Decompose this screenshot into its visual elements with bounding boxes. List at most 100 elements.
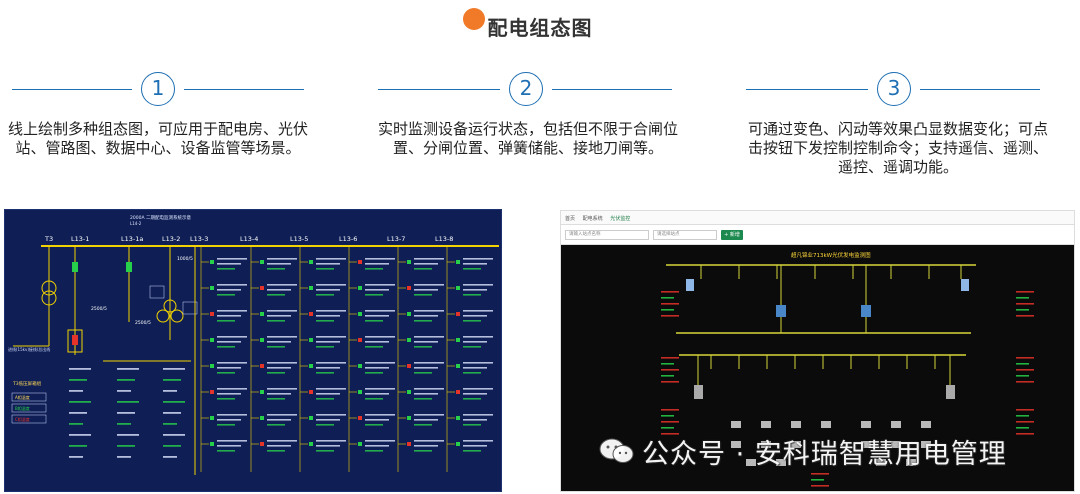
step-1-header: 1 (8, 70, 308, 110)
page-title: 配电组态图 (487, 16, 593, 40)
breaker-status-icon[interactable] (309, 364, 313, 368)
breaker-status-icon[interactable] (358, 260, 362, 264)
reading-text-placeholder (69, 401, 91, 403)
site-select[interactable]: 请选择站点 (653, 230, 717, 240)
breaker-status-icon[interactable] (456, 390, 460, 394)
breaker-status-icon[interactable] (358, 390, 362, 394)
breaker-status-icon[interactable] (407, 442, 411, 446)
breaker-status-icon[interactable] (260, 286, 264, 290)
breaker-status-icon[interactable] (407, 260, 411, 264)
search-input[interactable]: 请输入站点名称 (565, 230, 649, 240)
breaker-status-icon[interactable] (358, 416, 362, 420)
breaker-status-icon[interactable] (456, 286, 460, 290)
breaker-status-icon[interactable] (210, 338, 214, 342)
breaker-status-icon[interactable] (456, 416, 460, 420)
inverter-icon[interactable] (946, 385, 955, 399)
breaker-status-icon[interactable] (407, 312, 411, 316)
breaker-status-icon[interactable] (260, 416, 264, 420)
pv-panel-icon[interactable] (891, 421, 901, 428)
pv-panel-icon[interactable] (821, 421, 831, 428)
breaker-status-icon[interactable] (210, 260, 214, 264)
breaker-status-icon[interactable] (260, 260, 264, 264)
breaker-status-icon[interactable] (210, 312, 214, 316)
breaker-status-icon[interactable] (260, 364, 264, 368)
breaker-status-icon[interactable] (210, 390, 214, 394)
reading-text-placeholder (414, 450, 432, 452)
reading-text-placeholder (267, 414, 297, 416)
reading-text-placeholder (365, 346, 383, 348)
reading-text-placeholder (69, 445, 87, 447)
pv-panel-icon[interactable] (761, 421, 771, 428)
reading-text-placeholder (217, 450, 235, 452)
pv-panel-icon[interactable] (731, 421, 741, 428)
reading-text-placeholder (316, 346, 334, 348)
reading-text-placeholder (267, 445, 291, 447)
inverter-icon[interactable] (694, 385, 703, 399)
breaker-status-icon[interactable] (210, 364, 214, 368)
reading-text-placeholder (414, 310, 444, 312)
breaker-status-icon[interactable] (260, 442, 264, 446)
tab-distribution[interactable]: 配电系统 (583, 215, 603, 222)
breaker-status-icon[interactable] (456, 364, 460, 368)
toolbar: 请输入站点名称 请选择站点 + 新增 (561, 225, 1074, 245)
breaker-status-icon[interactable] (358, 286, 362, 290)
step-1-description: 线上绘制多种组态图，可应用于配电房、光伏站、管路图、数据中心、设备监管等场景。 (8, 120, 309, 157)
reading-text-placeholder (661, 303, 679, 305)
breaker-status-icon[interactable] (358, 312, 362, 316)
step-number-1: 1 (141, 72, 175, 106)
reading-text-placeholder (217, 398, 235, 400)
breaker-closed-icon[interactable] (126, 262, 132, 272)
breaker-status-icon[interactable] (309, 260, 313, 264)
reading-text-placeholder (463, 424, 481, 426)
meter-icon[interactable] (961, 279, 969, 291)
breaker-status-icon[interactable] (309, 312, 313, 316)
breaker-status-icon[interactable] (358, 338, 362, 342)
breaker-status-icon[interactable] (456, 338, 460, 342)
breaker-status-icon[interactable] (456, 260, 460, 264)
breaker-status-icon[interactable] (309, 416, 313, 420)
transformer-icon[interactable] (861, 305, 871, 317)
reading-text-placeholder (661, 369, 679, 371)
breaker-closed-icon[interactable] (72, 262, 78, 272)
breaker-status-icon[interactable] (210, 442, 214, 446)
breaker-status-icon[interactable] (260, 312, 264, 316)
breaker-status-icon[interactable] (407, 286, 411, 290)
breaker-status-icon[interactable] (407, 338, 411, 342)
reading-text-placeholder (163, 445, 181, 447)
breaker-status-icon[interactable] (309, 338, 313, 342)
legend-item: C相温度 (15, 416, 30, 422)
breaker-status-icon[interactable] (456, 442, 460, 446)
breaker-status-icon[interactable] (407, 364, 411, 368)
meter-icon[interactable] (686, 279, 694, 291)
breaker-status-icon[interactable] (309, 286, 313, 290)
breaker-status-icon[interactable] (407, 416, 411, 420)
breaker-status-icon[interactable] (407, 390, 411, 394)
reading-text-placeholder (267, 419, 291, 421)
tab-pv-monitor[interactable]: 光伏监控 (610, 215, 630, 222)
reading-text-placeholder (414, 372, 432, 374)
breaker-status-icon[interactable] (210, 416, 214, 420)
reading-text-placeholder (661, 421, 679, 423)
breaker-status-icon[interactable] (456, 312, 460, 316)
breaker-open-icon[interactable] (72, 335, 78, 345)
breaker-status-icon[interactable] (210, 286, 214, 290)
reading-text-placeholder (661, 415, 674, 417)
pv-panel-icon[interactable] (921, 421, 931, 428)
tab-home[interactable]: 首页 (565, 215, 575, 222)
breaker-status-icon[interactable] (260, 390, 264, 394)
breaker-status-icon[interactable] (309, 390, 313, 394)
reading-text-placeholder (365, 372, 383, 374)
pv-panel-icon[interactable] (861, 421, 871, 428)
breaker-status-icon[interactable] (358, 442, 362, 446)
breaker-status-icon[interactable] (260, 338, 264, 342)
breaker-status-icon[interactable] (309, 442, 313, 446)
step-3-header: 3 (744, 70, 1044, 110)
add-button[interactable]: + 新增 (721, 230, 743, 240)
reading-text-placeholder (463, 393, 487, 395)
ct-ratio-label: 2500/5 (91, 306, 107, 312)
reading-text-placeholder (661, 291, 679, 293)
breaker-status-icon[interactable] (358, 364, 362, 368)
transformer-icon[interactable] (776, 305, 786, 317)
reading-text-placeholder (365, 289, 389, 291)
pv-panel-icon[interactable] (791, 421, 801, 428)
